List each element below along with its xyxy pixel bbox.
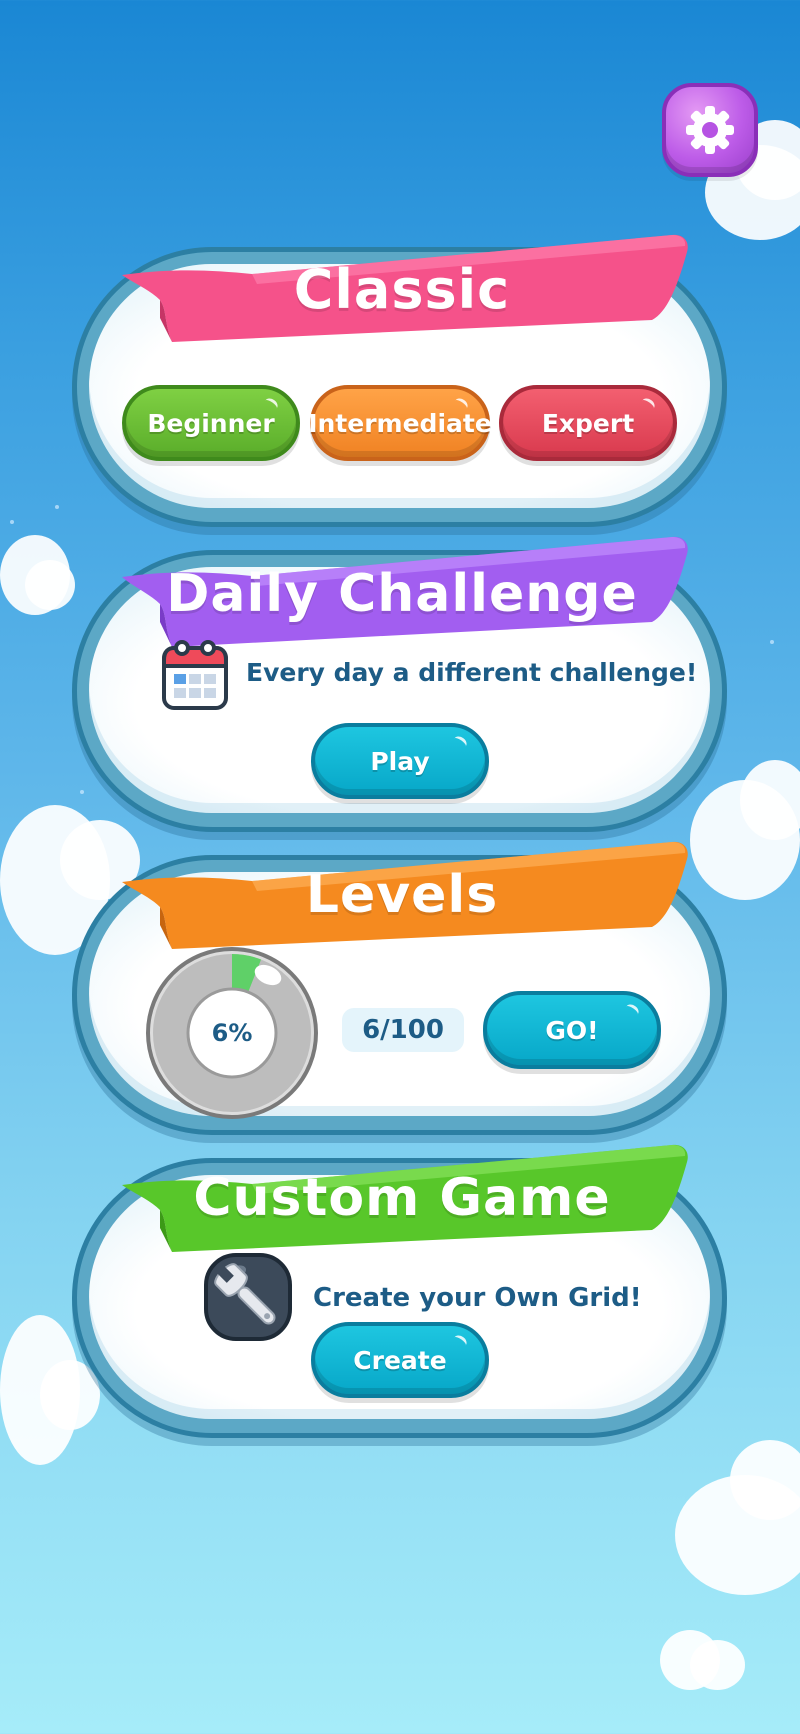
progress-ring: 6% <box>144 945 320 1121</box>
wrench-icon <box>203 1252 293 1342</box>
level-count: 6/100 <box>362 1015 444 1045</box>
go-label: GO! <box>545 1015 599 1045</box>
create-button[interactable]: Create <box>311 1322 489 1398</box>
levels-ribbon: Levels <box>112 837 692 949</box>
intermediate-label: Intermediate <box>308 408 492 438</box>
daily-description: Every day a different challenge! <box>246 658 698 687</box>
beginner-label: Beginner <box>147 408 275 438</box>
daily-ribbon: Daily Challenge <box>112 532 692 647</box>
expert-label: Expert <box>541 408 635 438</box>
levels-title: Levels <box>305 865 499 925</box>
expert-button[interactable]: Expert <box>499 385 677 461</box>
gear-icon <box>686 106 734 154</box>
level-count-badge: 6/100 <box>342 1008 464 1052</box>
custom-ribbon: Custom Game <box>112 1140 692 1252</box>
create-label: Create <box>353 1345 447 1375</box>
play-button[interactable]: Play <box>311 723 489 799</box>
classic-ribbon: Classic <box>112 230 692 342</box>
classic-title: Classic <box>293 257 511 321</box>
beginner-button[interactable]: Beginner <box>122 385 300 461</box>
daily-title: Daily Challenge <box>166 563 638 624</box>
custom-description: Create your Own Grid! <box>313 1283 642 1313</box>
play-label: Play <box>370 746 430 776</box>
calendar-icon <box>160 638 230 712</box>
intermediate-button[interactable]: Intermediate <box>308 385 492 461</box>
progress-percent: 6% <box>211 1019 253 1047</box>
custom-title: Custom Game <box>193 1168 611 1228</box>
settings-button[interactable] <box>662 83 758 177</box>
go-button[interactable]: GO! <box>483 991 661 1069</box>
